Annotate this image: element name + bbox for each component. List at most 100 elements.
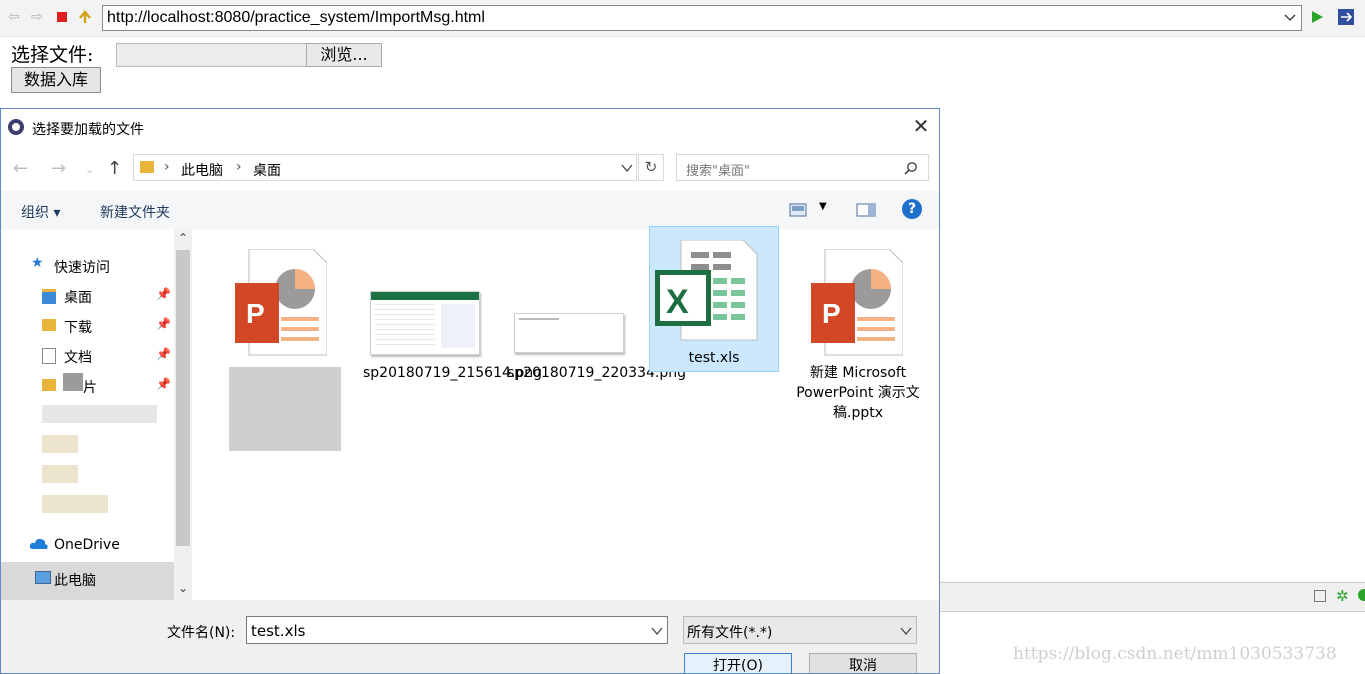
- open-button[interactable]: 打开(O): [684, 653, 792, 673]
- minimize-icon[interactable]: [1314, 590, 1326, 602]
- nav-item-desktop[interactable]: 桌面: [64, 287, 92, 307]
- nav-this-pc-selected[interactable]: 此电脑: [1, 562, 174, 600]
- cloud-icon: [29, 538, 48, 549]
- redacted-filename: [229, 367, 341, 451]
- scroll-up-icon[interactable]: ⌃: [178, 231, 188, 245]
- nav-item-downloads[interactable]: 下载: [64, 317, 92, 337]
- nav-quick-access[interactable]: 快速访问: [54, 257, 110, 277]
- redacted-nav-item: [42, 405, 157, 423]
- back-icon[interactable]: ⇦: [8, 9, 20, 25]
- redacted-nav-item: [42, 465, 78, 483]
- pin-icon[interactable]: 📌: [156, 287, 171, 301]
- documents-folder-icon: [42, 348, 56, 364]
- forward-icon[interactable]: ⇨: [31, 9, 43, 25]
- view-mode-icon[interactable]: [789, 203, 807, 217]
- pin-icon[interactable]: 📌: [156, 317, 171, 331]
- filename-label: 文件名(N):: [167, 625, 236, 641]
- chevron-down-icon[interactable]: [1283, 10, 1297, 24]
- powerpoint-icon: P: [811, 249, 903, 356]
- redacted-nav-item: [42, 495, 108, 513]
- open-external-icon[interactable]: [1337, 8, 1355, 26]
- filetype-select[interactable]: 所有文件(*.*): [683, 616, 917, 644]
- new-folder-button[interactable]: 新建文件夹: [100, 202, 170, 222]
- breadcrumb-desktop[interactable]: 桌面: [253, 160, 281, 180]
- search-input[interactable]: 搜索"桌面": [676, 154, 929, 181]
- cancel-button[interactable]: 取消: [809, 653, 917, 673]
- download-folder-icon: [42, 319, 56, 331]
- view-dropdown-icon[interactable]: ▼: [819, 201, 827, 212]
- excel-icon: X: [655, 240, 758, 341]
- bug-icon[interactable]: ✲: [1336, 587, 1349, 605]
- organize-menu[interactable]: 组织 ▾: [21, 202, 60, 222]
- nav-scrollbar-thumb[interactable]: [176, 250, 190, 546]
- file-item[interactable]: sp20180719_215614.png: [363, 239, 542, 385]
- file-name: sp20180719_220334.png: [507, 365, 686, 381]
- star-icon: ★: [31, 255, 44, 271]
- thumbnail-grid: [375, 304, 435, 348]
- browse-button[interactable]: 浏览...: [306, 43, 382, 67]
- refresh-button[interactable]: ↻: [638, 154, 664, 181]
- file-item[interactable]: P: [215, 239, 345, 451]
- desktop-folder-icon: [42, 289, 56, 304]
- svg-text:P: P: [246, 298, 265, 329]
- nav-item-documents[interactable]: 文档: [64, 347, 92, 367]
- chevron-down-icon[interactable]: [900, 626, 912, 636]
- svg-text:P: P: [822, 298, 841, 329]
- file-label: 选择文件:: [11, 44, 94, 66]
- redacted-nav-item: [42, 435, 78, 453]
- dialog-title: 选择要加载的文件: [32, 122, 144, 138]
- computer-icon: [35, 571, 51, 584]
- image-thumbnail: [370, 291, 480, 355]
- import-data-button[interactable]: 数据入库: [11, 67, 101, 93]
- ide-panel-strip: ✲: [940, 582, 1365, 612]
- pictures-folder-icon: [42, 379, 56, 391]
- chevron-right-icon: ›: [236, 159, 242, 175]
- search-placeholder: 搜索"桌面": [686, 164, 750, 179]
- pin-icon[interactable]: 📌: [156, 377, 171, 391]
- filename-value: test.xls: [251, 622, 306, 640]
- go-icon[interactable]: [1310, 10, 1324, 24]
- svg-text:X: X: [666, 283, 689, 321]
- search-icon[interactable]: [904, 161, 918, 175]
- image-thumbnail: [514, 313, 624, 353]
- thumbnail-line: [519, 318, 559, 320]
- filename-input[interactable]: test.xls: [246, 616, 668, 644]
- forward-arrow-icon[interactable]: →: [51, 158, 66, 179]
- scroll-down-icon[interactable]: ⌄: [178, 581, 188, 595]
- file-item[interactable]: P 新建 Microsoft PowerPoint 演示文稿.pptx: [793, 239, 923, 421]
- chevron-down-icon[interactable]: [651, 626, 663, 636]
- dialog-footer: 文件名(N): test.xls 所有文件(*.*) 打开(O) 取消: [1, 600, 939, 673]
- chevron-down-icon[interactable]: [621, 163, 633, 173]
- powerpoint-icon: P: [235, 249, 327, 356]
- nav-this-pc[interactable]: 此电脑: [54, 570, 96, 590]
- status-icon[interactable]: [1358, 589, 1365, 601]
- command-bar: 组织 ▾ 新建文件夹 ▼ ?: [1, 191, 939, 229]
- file-item[interactable]: sp20180719_220334.png: [507, 239, 686, 385]
- file-name: sp20180719_215614.png: [363, 365, 542, 381]
- chevron-right-icon: ›: [164, 159, 170, 175]
- address-bar[interactable]: › 此电脑 › 桌面: [133, 154, 637, 181]
- app-icon: [8, 119, 24, 135]
- file-path-input[interactable]: [116, 43, 307, 67]
- preview-pane-icon[interactable]: [856, 203, 876, 217]
- pin-icon[interactable]: 📌: [156, 347, 171, 361]
- pc-folder-icon: [140, 161, 154, 173]
- filetype-value: 所有文件(*.*): [687, 625, 773, 641]
- recent-dropdown-icon[interactable]: ⌄: [85, 163, 94, 176]
- stop-icon[interactable]: [57, 12, 67, 22]
- file-open-dialog: 选择要加载的文件 ✕ ← → ⌄ ↑ › 此电脑 › 桌面 ↻ 搜索"桌面" 组…: [0, 108, 940, 674]
- breadcrumb-this-pc[interactable]: 此电脑: [181, 160, 223, 180]
- refresh-icon[interactable]: [77, 9, 93, 25]
- browser-toolbar: ⇦ ⇨ http://localhost:8080/practice_syste…: [0, 0, 1365, 37]
- nav-onedrive[interactable]: OneDrive: [54, 537, 120, 553]
- file-item-selected[interactable]: X test.xls: [649, 226, 779, 372]
- help-icon[interactable]: ?: [902, 199, 922, 219]
- url-text: http://localhost:8080/practice_system/Im…: [107, 9, 485, 26]
- thumbnail-header: [371, 292, 479, 300]
- close-icon[interactable]: ✕: [910, 115, 932, 137]
- file-name: 新建 Microsoft PowerPoint 演示文稿.pptx: [796, 365, 920, 421]
- back-arrow-icon[interactable]: ←: [13, 158, 28, 179]
- nav-item-pictures[interactable]: 片: [83, 377, 97, 397]
- up-arrow-icon[interactable]: ↑: [107, 158, 122, 179]
- url-field[interactable]: http://localhost:8080/practice_system/Im…: [102, 5, 1302, 31]
